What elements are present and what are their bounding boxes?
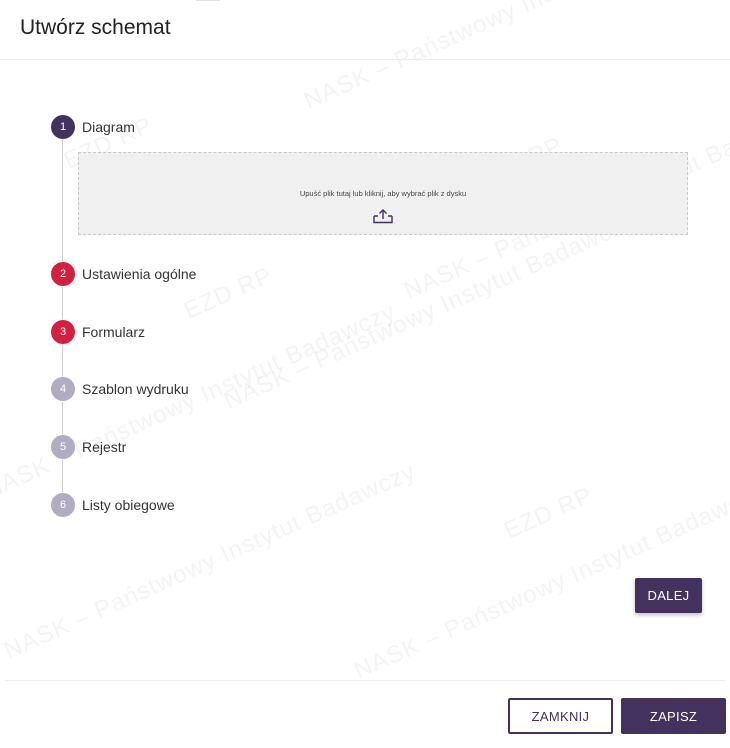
watermark-logo: EZD RP	[500, 482, 597, 546]
step-connector	[62, 402, 63, 434]
save-button[interactable]: ZAPISZ	[621, 698, 726, 734]
watermark: NASK – Państwowy Instytut Badawczy NASK …	[0, 0, 730, 748]
step-connector	[62, 287, 63, 319]
step-number: 4	[51, 377, 75, 401]
step-number: 6	[51, 493, 75, 517]
step-diagram[interactable]: 1 Diagram	[51, 115, 135, 139]
step-connector	[62, 140, 63, 261]
dialog-title: Utwórz schemat	[20, 16, 171, 39]
step-label: Diagram	[82, 119, 135, 135]
step-connector	[62, 345, 63, 377]
step-number: 5	[51, 435, 75, 459]
step-register[interactable]: 5 Rejestr	[51, 435, 126, 459]
step-label: Listy obiegowe	[82, 497, 175, 513]
file-dropzone[interactable]: Upuść plik tutaj lub kliknij, aby wybrać…	[78, 152, 688, 235]
step-label: Rejestr	[82, 439, 127, 455]
step-print-template[interactable]: 4 Szablon wydruku	[51, 377, 189, 401]
step-label: Formularz	[82, 324, 146, 340]
upload-icon	[373, 209, 393, 224]
step-label: Szablon wydruku	[82, 381, 189, 397]
step-label: Ustawienia ogólne	[82, 266, 197, 282]
header-divider	[0, 59, 730, 60]
step-connector	[62, 460, 63, 492]
close-button[interactable]: ZAMKNIJ	[508, 698, 613, 734]
step-circulation-lists[interactable]: 6 Listy obiegowe	[51, 493, 175, 517]
dropzone-text: Upuść plik tutaj lub kliknij, aby wybrać…	[299, 189, 467, 198]
top-divider	[196, 0, 220, 1]
footer-divider	[5, 680, 725, 681]
step-form[interactable]: 3 Formularz	[51, 320, 145, 344]
watermark-text: NASK – Państwowy Instytut Badawczy	[300, 0, 720, 116]
step-number: 3	[51, 320, 75, 344]
watermark-text: NASK – Państwowy Instytut Badawczy	[220, 208, 640, 416]
step-number: 2	[51, 262, 75, 286]
step-number: 1	[51, 115, 75, 139]
watermark-text: NASK – Państwowy Instytut Badawczy	[0, 458, 420, 666]
step-general-settings[interactable]: 2 Ustawienia ogólne	[51, 262, 196, 286]
next-button[interactable]: DALEJ	[635, 578, 702, 613]
